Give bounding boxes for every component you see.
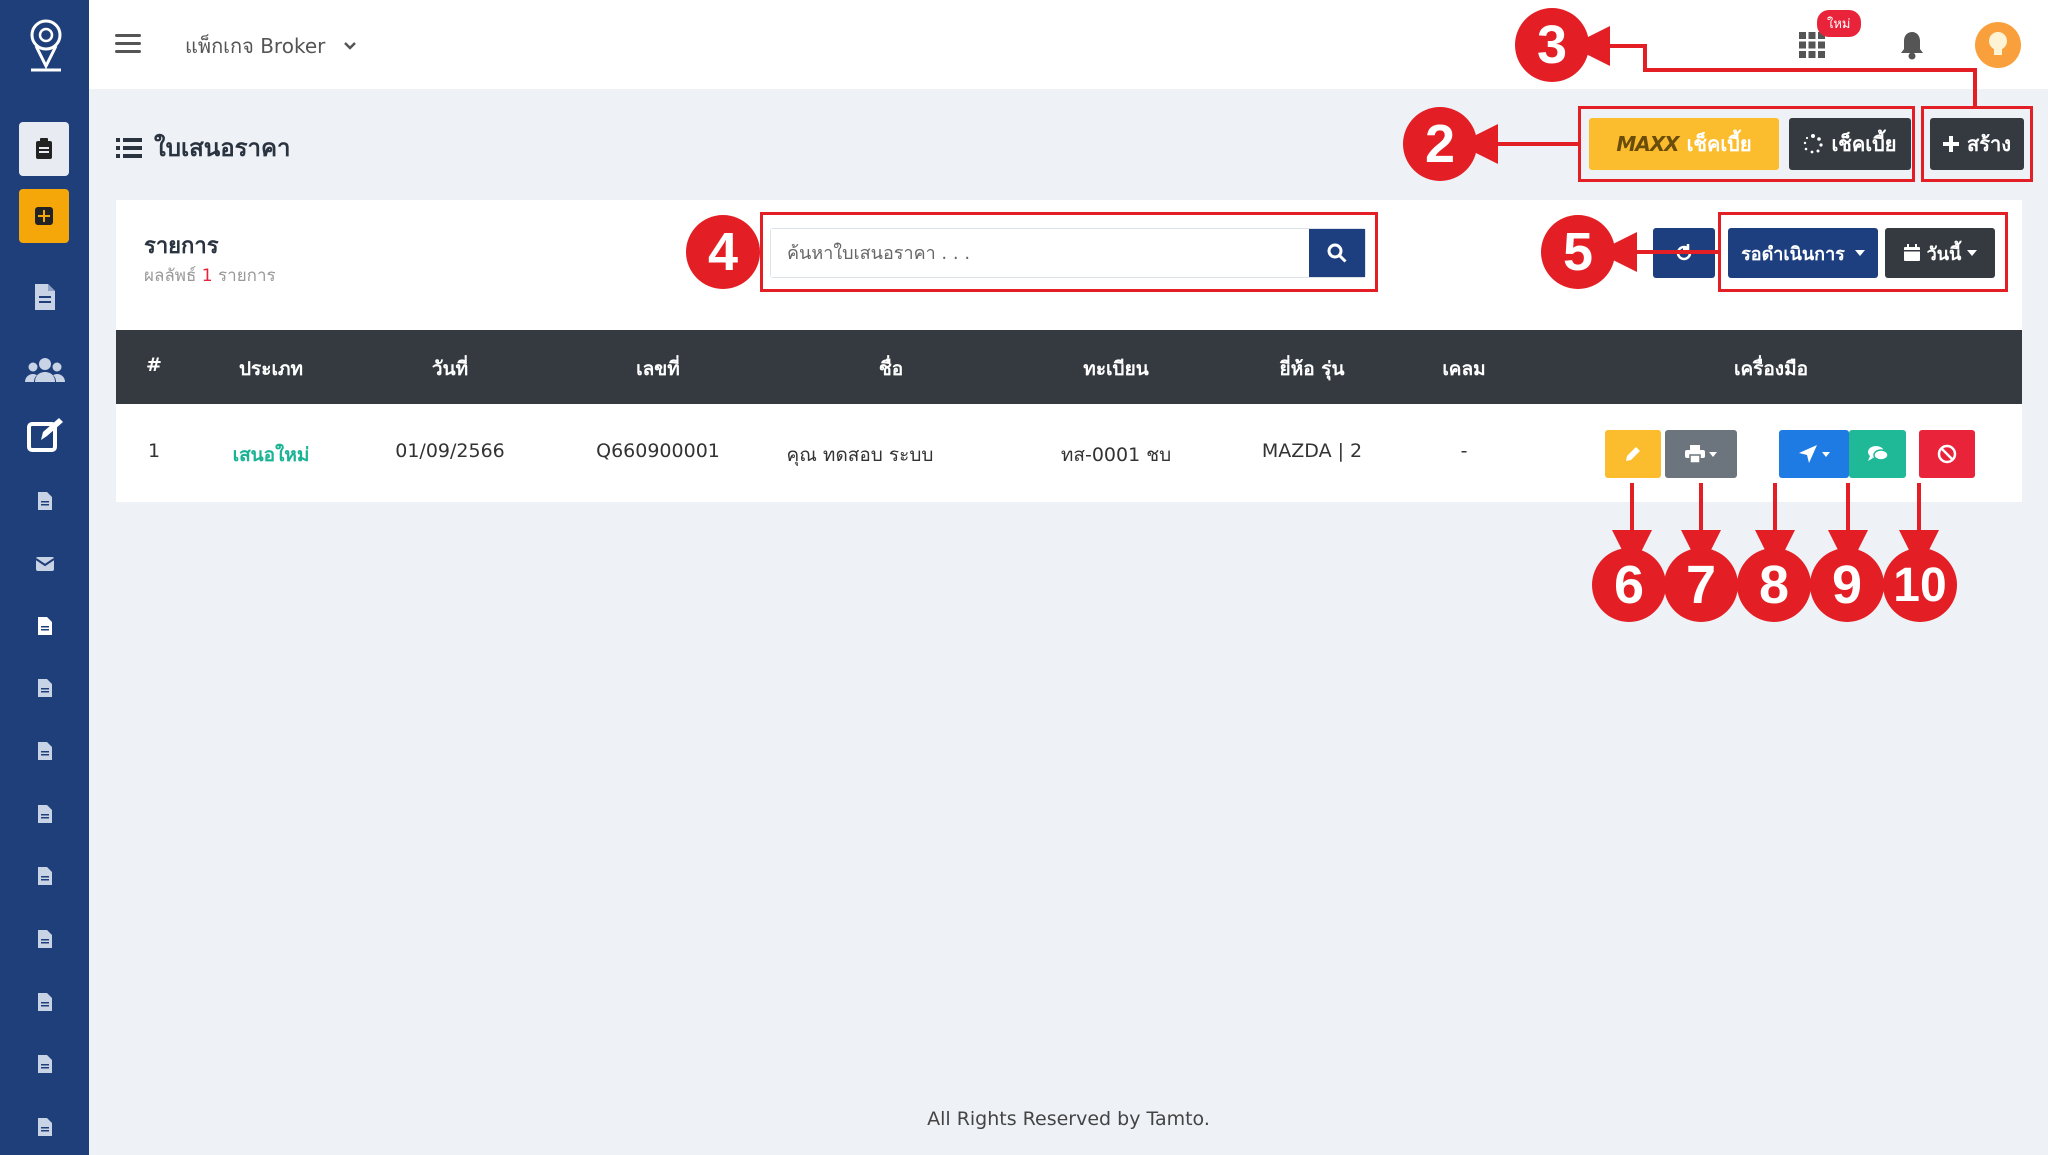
column-header: เครื่องมือ [1733, 358, 1809, 380]
send-dropdown-button[interactable] [1779, 430, 1849, 478]
plus-square-icon [35, 207, 53, 225]
caret-down-icon [1709, 451, 1717, 457]
column-header: ประเภท [238, 358, 304, 380]
file-icon [37, 805, 52, 823]
result-prefix: ผลลัพธ์ [144, 266, 197, 286]
result-number: 1 [201, 266, 213, 286]
sidebar-item-customers[interactable] [0, 358, 89, 382]
column-header: วันที่ [431, 358, 469, 380]
column-header: เลขที่ [636, 358, 680, 380]
file-icon [37, 742, 52, 760]
clipboard-icon [36, 138, 52, 159]
row-brand-model: MAZDA | 2 [1261, 440, 1363, 462]
sidebar-item-file-9[interactable] [0, 1054, 89, 1074]
page-title-text: ใบเสนอราคา [154, 134, 291, 162]
column-header: เคลม [1442, 358, 1486, 380]
table-row[interactable]: 1 เสนอใหม่ 01/09/2566 Q660900001 คุณ ทดส… [116, 404, 2022, 500]
result-count: ผลลัพธ์ 1 รายการ [144, 262, 276, 289]
row-type: เสนอใหม่ [232, 444, 310, 466]
comments-icon [1867, 446, 1889, 461]
row-name: คุณ ทดสอบ ระบบ [786, 444, 934, 466]
sidebar-item-file-5[interactable] [0, 804, 89, 824]
annotation-box-5 [1718, 212, 2008, 292]
logo-icon[interactable] [27, 18, 65, 74]
file-icon [37, 617, 52, 635]
annotation-box-4 [760, 212, 1378, 292]
envelope-icon [34, 557, 55, 571]
row-claim: - [1460, 440, 1468, 462]
annotation-marker-5: 5 [1541, 215, 1615, 289]
annotation-marker-3: 3 [1515, 8, 1589, 82]
cancel-button[interactable] [1919, 430, 1975, 478]
sidebar-item-file-7[interactable] [0, 929, 89, 949]
footer: All Rights Reserved by Tamto. [927, 1108, 1210, 1130]
lightbulb-icon [1989, 32, 2007, 55]
annotation-marker-7: 7 [1664, 548, 1738, 622]
list-title: รายการ [144, 234, 219, 259]
sidebar-item-file-1[interactable] [0, 491, 89, 511]
column-header: ยี่ห้อ รุ่น [1279, 358, 1345, 380]
comments-button[interactable] [1849, 430, 1906, 478]
row-plate: ทส-0001 ชบ [1060, 444, 1172, 466]
sidebar-item-quotation[interactable] [19, 122, 69, 176]
apps-grid-icon[interactable] [1799, 32, 1825, 62]
result-suffix: รายการ [218, 266, 276, 286]
sidebar [0, 0, 89, 1155]
chevron-down-icon [344, 42, 357, 50]
annotation-box-3 [1921, 106, 2033, 182]
location-arrow-icon [1799, 445, 1817, 463]
edit-icon [26, 418, 63, 452]
column-header: # [146, 354, 162, 376]
users-icon [24, 358, 65, 382]
sidebar-item-file-4[interactable] [0, 741, 89, 761]
document-icon [34, 284, 55, 310]
ban-icon [1937, 444, 1957, 464]
row-index: 1 [147, 440, 161, 462]
annotation-marker-8: 8 [1737, 548, 1811, 622]
pencil-icon [1626, 447, 1640, 461]
annotation-marker-9: 9 [1810, 548, 1884, 622]
top-navbar: แพ็กเกจ Broker ใหม่ [89, 0, 2048, 89]
printer-icon [1685, 445, 1705, 463]
package-dropdown[interactable]: แพ็กเกจ Broker [185, 30, 357, 62]
annotation-marker-4: 4 [686, 215, 760, 289]
bell-icon[interactable] [1899, 30, 1925, 64]
page-title: ใบเสนอราคา [116, 128, 291, 167]
sidebar-item-file-6[interactable] [0, 866, 89, 886]
sidebar-item-document[interactable] [0, 282, 89, 312]
new-badge: ใหม่ [1817, 10, 1861, 37]
edit-button[interactable] [1605, 430, 1661, 478]
column-header: ทะเบียน [1083, 358, 1149, 380]
file-icon [37, 930, 52, 948]
sidebar-item-mail[interactable] [0, 556, 89, 572]
table-header: # ประเภท วันที่ เลขที่ ชื่อ ทะเบียน ยี่ห… [116, 330, 2022, 404]
list-icon [116, 137, 142, 158]
package-label: แพ็กเกจ Broker [185, 34, 326, 58]
sidebar-item-file-8[interactable] [0, 992, 89, 1012]
print-dropdown-button[interactable] [1665, 430, 1737, 478]
file-icon [37, 1055, 52, 1073]
caret-down-icon [1822, 451, 1830, 457]
column-header: ชื่อ [878, 358, 904, 380]
refresh-button[interactable] [1653, 228, 1715, 278]
row-date: 01/09/2566 [395, 440, 505, 462]
sidebar-item-edit[interactable] [0, 418, 89, 452]
refresh-icon [1676, 244, 1692, 261]
annotation-marker-10: 10 [1883, 548, 1957, 622]
sidebar-item-add[interactable] [19, 189, 69, 243]
sidebar-item-file-3[interactable] [0, 678, 89, 698]
file-icon [37, 993, 52, 1011]
annotation-marker-6: 6 [1592, 548, 1666, 622]
annotation-box-2 [1578, 106, 1915, 182]
row-number: Q660900001 [596, 440, 720, 462]
annotation-marker-2: 2 [1403, 107, 1477, 181]
sidebar-item-file-2[interactable] [0, 616, 89, 636]
file-icon [37, 679, 52, 697]
menu-icon[interactable] [115, 34, 141, 54]
file-icon [37, 492, 52, 510]
file-icon [37, 867, 52, 885]
avatar[interactable] [1975, 22, 2021, 68]
